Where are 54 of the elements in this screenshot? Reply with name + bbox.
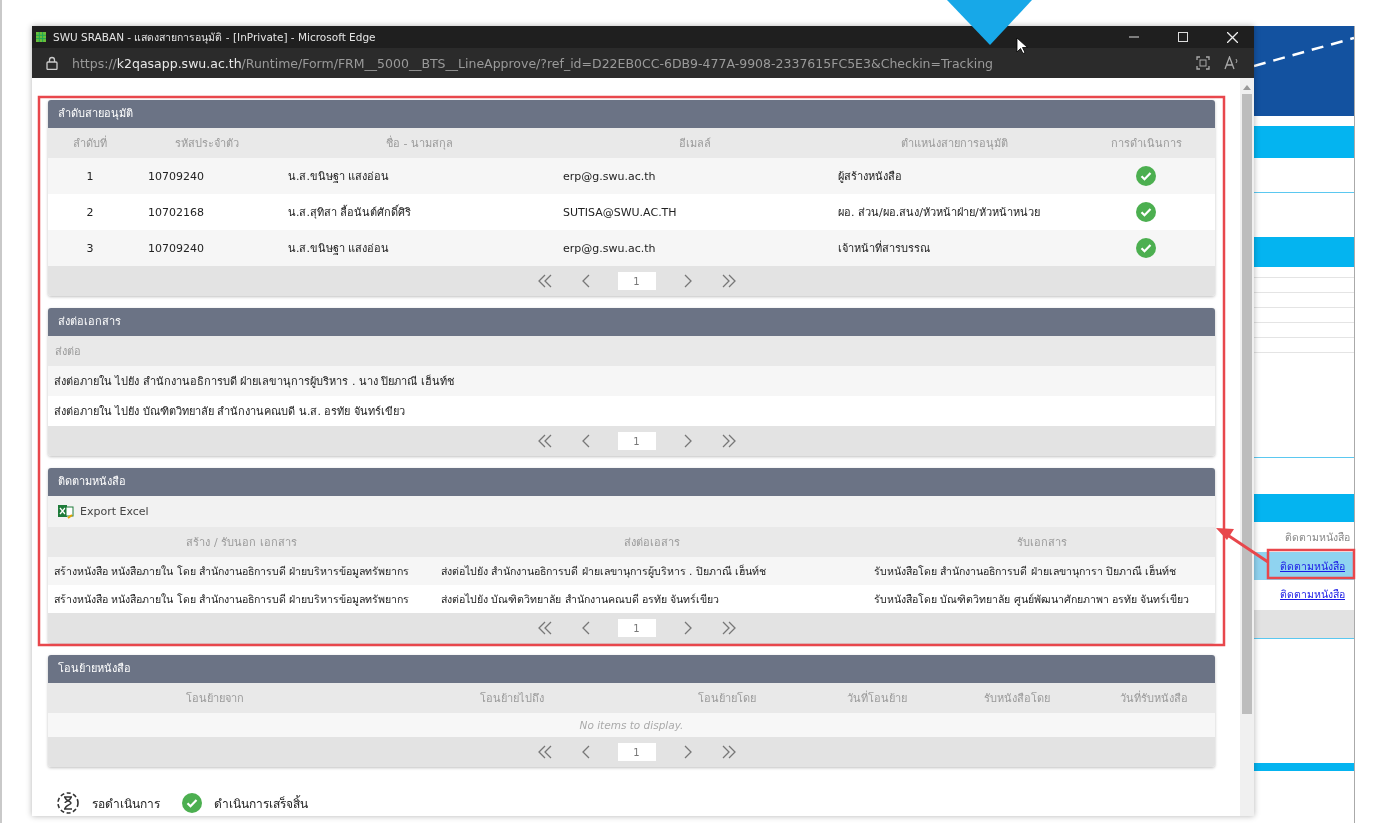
table-cell-text: ส่งต่อไปยัง สำนักงานอธิการบดี ฝ่ายเลขานุการผู้บริหาร . ปิยภาณี เฮ็นท์ช bbox=[440, 563, 768, 580]
column-header: สร้าง / รับนอก เอกสาร bbox=[185, 535, 298, 551]
page-field[interactable]: 1 bbox=[617, 432, 656, 450]
table-cell-text: 10702168 bbox=[147, 205, 205, 219]
table-cell-text: รับหนังสือโดย สำนักงานอธิการบดี ฝ่ายเลขานุการา ปิยภาณี เฮ็นท์ช bbox=[873, 563, 1178, 580]
table-cell-text: ส่งต่อไปยัง บัณฑิตวิทยาลัย สำนักงานคณบดี อรทัย จันทร์เขียว bbox=[440, 591, 721, 607]
table-cell-text: 2 bbox=[85, 205, 95, 219]
column-header: ชื่อ - นามสกุล bbox=[385, 134, 454, 152]
column-header: ติดตามหนังสือ bbox=[1285, 529, 1350, 545]
empty-message: No items to display. bbox=[579, 719, 684, 731]
column-header: ลำดับที่ bbox=[72, 134, 108, 152]
table-cell-text: สร้างหนังสือ หนังสือภายใน โดย สำนักงานอธิการบดี ฝ่ายบริหารข้อมูลทรัพยากร bbox=[53, 591, 411, 608]
table-cell-text: น.ส.ขนิษฐา แสงอ่อน bbox=[287, 241, 391, 257]
table-cell-text: น.ส.สุทิสา ลื้อนันต์ศักดิ์ศิริ bbox=[287, 203, 413, 221]
column-header: รหัสประจำตัว bbox=[174, 136, 240, 152]
table-cell-text: 10709240 bbox=[147, 241, 205, 255]
table-cell-text: ผู้สร้างหนังสือ bbox=[837, 169, 903, 185]
column-header: โอนย้ายจาก bbox=[185, 691, 245, 707]
column-header: การดำเนินการ bbox=[1109, 136, 1183, 152]
column-header: รับเอกสาร bbox=[1015, 535, 1068, 551]
table-cell-text: 1 bbox=[85, 169, 95, 183]
column-header: ส่งต่อเอสาร bbox=[622, 535, 681, 551]
table-cell-text: เจ้าหน้าที่สารบรรณ bbox=[837, 239, 931, 257]
column-header: ส่งต่อ bbox=[54, 344, 81, 360]
table-cell-text: erp@g.swu.ac.th bbox=[562, 241, 657, 255]
legend-label: ดำเนินการเสร็จสิ้น bbox=[214, 794, 308, 813]
table-cell-text: 3 bbox=[85, 241, 95, 255]
table-cell-text: ส่งต่อภายใน ไปยัง สำนักงานอธิการบดี ฝ่ายเลขานุการผู้บริหาร . นาง ปิยภาณี เฮ็นท์ช bbox=[53, 373, 454, 390]
column-header: โอนย้ายไปถึง bbox=[479, 691, 545, 707]
legend-label: รอดำเนินการ bbox=[92, 795, 160, 813]
section-header: ส่งต่อเอกสาร bbox=[48, 308, 1215, 336]
table-cell-text: SUTISA@SWU.AC.TH bbox=[562, 205, 678, 219]
column-header: วันที่รับหนังสือ bbox=[1118, 689, 1189, 707]
section-header: ติดตามหนังสือ bbox=[48, 468, 1215, 496]
table-cell-text: erp@g.swu.ac.th bbox=[562, 169, 657, 183]
window-title: SWU SRABAN - แสดงสายการอนุมัติ - [InPrivate] - Microsoft Edge bbox=[53, 29, 376, 46]
column-header: วันที่โอนย้าย bbox=[846, 689, 908, 707]
tracking-link[interactable]: ติดตามหนังสือ bbox=[1280, 585, 1345, 603]
section-header: โอนย้ายหนังสือ bbox=[48, 655, 1215, 683]
page-field[interactable]: 1 bbox=[617, 619, 656, 637]
column-header: โอนย้ายโดย bbox=[697, 691, 757, 707]
table-cell-text: ส่งต่อภายใน ไปยัง บัณฑิตวิทยาลัย สำนักงานคณบดี น.ส. อรทัย จันทร์เขียว bbox=[53, 404, 405, 420]
section-header: ลำดับสายอนุมัติ bbox=[48, 100, 1215, 128]
page-field[interactable]: 1 bbox=[617, 743, 656, 761]
column-header: ตำแหน่งสายการอนุมัติ bbox=[900, 136, 1009, 152]
column-header: รับหนังสือโดย bbox=[983, 691, 1051, 707]
column-header: อีเมลล์ bbox=[677, 136, 712, 152]
table-cell-text: น.ส.ขนิษฐา แสงอ่อน bbox=[287, 169, 391, 185]
export-excel-button[interactable]: Export Excel bbox=[56, 502, 151, 521]
table-cell-text: รับหนังสือโดย บัณฑิตวิทยาลัย ศูนย์พัฒนาศักยภาพา อรทัย จันทร์เขียว bbox=[873, 591, 1191, 608]
page-field[interactable]: 1 bbox=[617, 272, 656, 290]
table-cell-text: สร้างหนังสือ หนังสือภายใน โดย สำนักงานอธิการบดี ฝ่ายบริหารข้อมูลทรัพยากร bbox=[53, 563, 411, 580]
table-cell-text: ผอ. ส่วน/ผอ.สนง/หัวหน้าฝ่าย/หัวหน้าหน่วย bbox=[837, 205, 1041, 221]
table-cell-text: 10709240 bbox=[147, 169, 205, 183]
